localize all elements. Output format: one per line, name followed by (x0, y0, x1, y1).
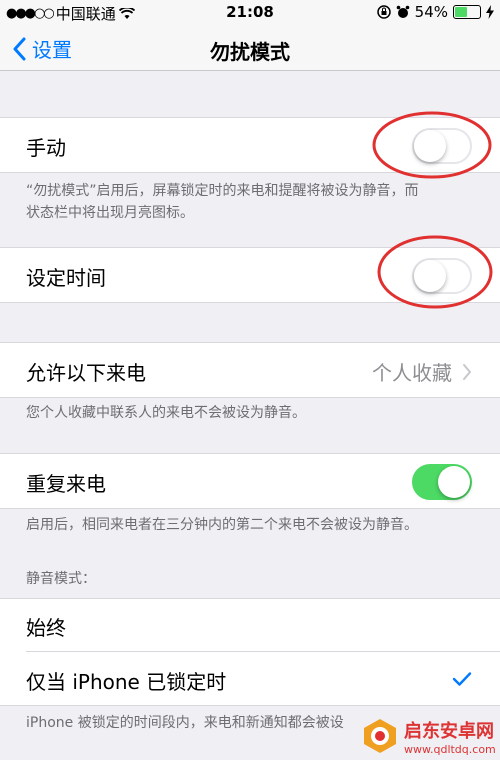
page-title: 勿扰模式 (210, 40, 290, 64)
status-bar: ●●●○○ 中国联通 21:08 54% (0, 0, 500, 26)
watermark-logo-icon (364, 719, 396, 753)
manual-toggle[interactable] (412, 128, 472, 164)
allow-calls-note: 您个人收藏中联系人的来电不会被设为静音。 (26, 405, 306, 421)
navigation-bar: 设置 勿扰模式 (0, 26, 500, 71)
repeated-calls-label: 重复来电 (26, 472, 106, 496)
charging-icon (486, 5, 494, 19)
silence-note: iPhone 被锁定的时间段内，来电和新通知都会被设 (26, 715, 344, 731)
chevron-right-icon (463, 363, 471, 380)
toggle-knob (414, 130, 446, 162)
toggle-knob (414, 260, 446, 292)
toggle-knob (438, 466, 470, 498)
scheduled-toggle[interactable] (412, 258, 472, 294)
manual-cell: 手动 (0, 117, 500, 173)
manual-note: “勿扰模式”启用后，屏幕锁定时的来电和提醒将被设为静音，而 状态栏中将出现月亮图… (26, 180, 476, 224)
allow-calls-cell[interactable]: 允许以下来电 个人收藏 (0, 342, 500, 398)
repeated-calls-toggle[interactable] (412, 464, 472, 500)
alarm-icon (396, 5, 409, 18)
watermark: 启东安卓网 www.qdltdq.com (360, 712, 500, 760)
scheduled-label: 设定时间 (26, 266, 106, 290)
rotation-lock-icon (376, 5, 391, 19)
allow-calls-value: 个人收藏 (372, 361, 452, 385)
allow-calls-label: 允许以下来电 (26, 361, 146, 385)
manual-note-line2: 状态栏中将出现月亮图标。 (26, 205, 194, 221)
repeated-calls-note: 启用后，相同来电者在三分钟内的第二个来电不会被设为静音。 (26, 517, 418, 533)
silence-always-row[interactable]: 始终 (0, 599, 500, 651)
silence-header: 静音模式： (26, 571, 96, 587)
battery-icon (453, 5, 481, 19)
allow-calls-detail: 个人收藏 (372, 357, 472, 386)
battery-fill (455, 7, 467, 17)
scheduled-cell: 设定时间 (0, 247, 500, 303)
checkmark-icon (452, 672, 472, 686)
manual-label: 手动 (26, 136, 66, 160)
watermark-url: www.qdltdq.com (404, 742, 496, 756)
repeated-calls-cell: 重复来电 (0, 453, 500, 509)
watermark-name: 启东安卓网 (404, 720, 494, 742)
silence-locked-row[interactable]: 仅当 iPhone 已锁定时 (0, 652, 500, 706)
manual-note-line1: “勿扰模式”启用后，屏幕锁定时的来电和提醒将被设为静音，而 (26, 183, 419, 199)
status-right: 54% (376, 3, 494, 21)
silence-locked-label: 仅当 iPhone 已锁定时 (26, 670, 227, 694)
silence-options: 始终 仅当 iPhone 已锁定时 (0, 598, 500, 706)
battery-percent: 54% (414, 3, 448, 21)
watermark-text: 启东安卓网 www.qdltdq.com (404, 717, 496, 756)
silence-always-label: 始终 (26, 616, 66, 640)
